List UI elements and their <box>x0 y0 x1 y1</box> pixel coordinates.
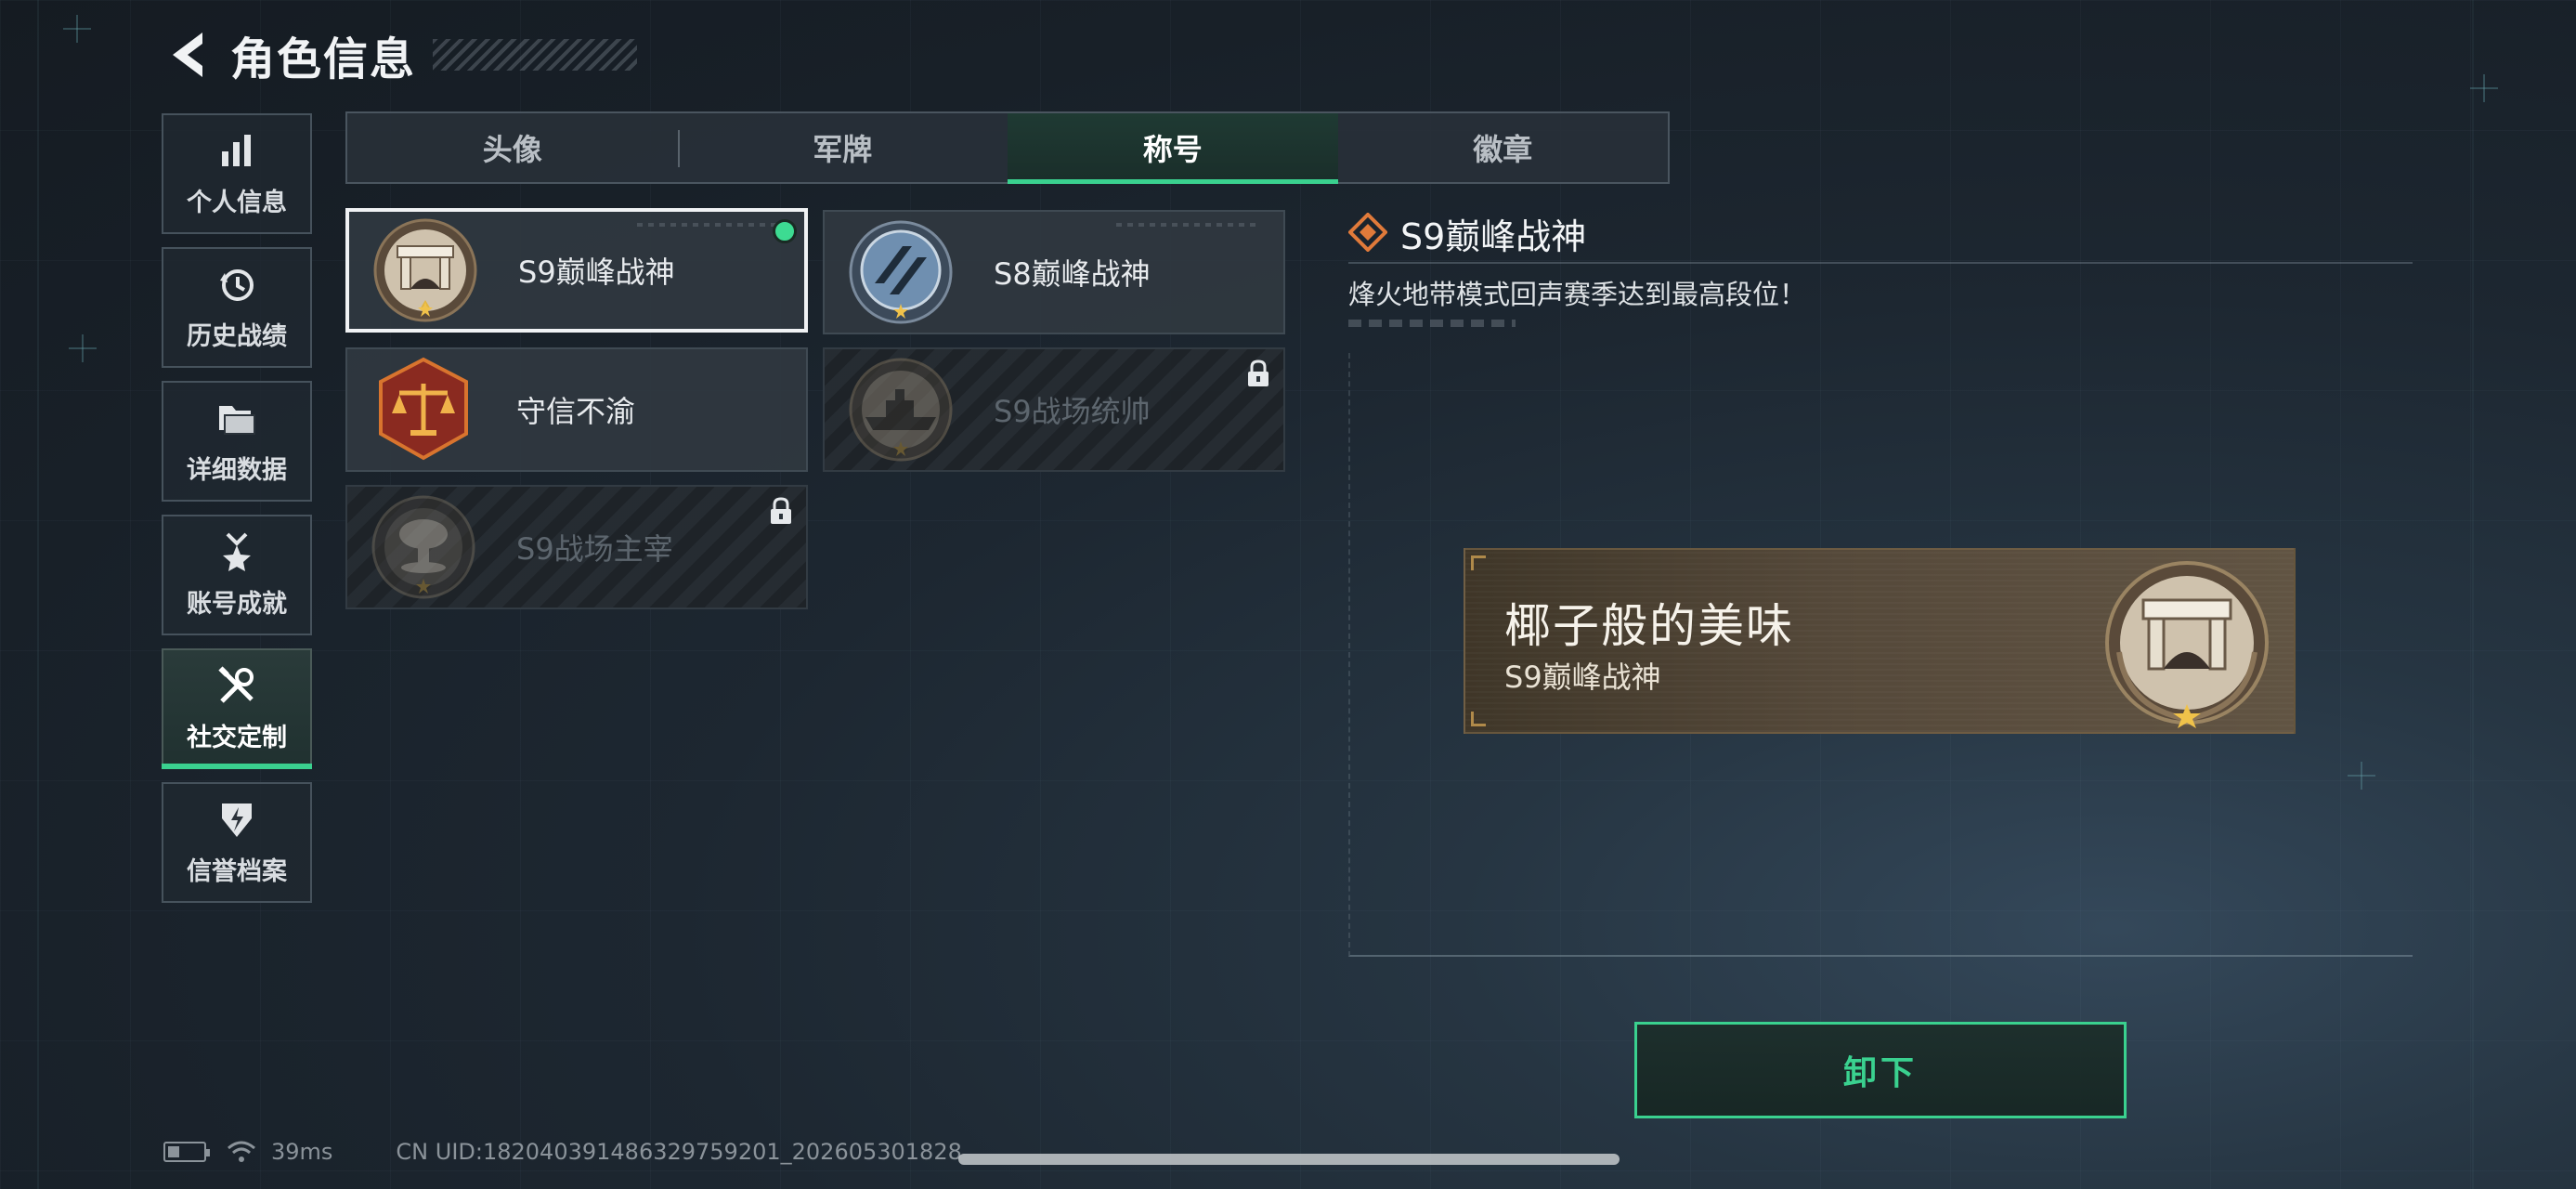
title-name: S8巅峰战神 <box>994 256 1151 292</box>
title-card-locked[interactable]: S9战场统帅 <box>823 347 1285 472</box>
uid-text: CN UID:1820403914863297592​01_2026053018… <box>396 1139 962 1165</box>
tab-bar: 头像 军牌 称号 徽章 <box>345 111 1670 184</box>
page-header: 角色信息 <box>165 22 638 87</box>
sidebar-item-history[interactable]: 历史战绩 <box>162 247 312 368</box>
card-stripe-decoration <box>1116 223 1255 227</box>
battery-icon <box>163 1142 210 1162</box>
crosshair-decoration <box>2470 74 2498 102</box>
title-name: S9战场主宰 <box>516 531 673 567</box>
sidebar-item-detail-data[interactable]: 详细数据 <box>162 381 312 502</box>
blue-emblem-badge-icon <box>845 216 956 328</box>
plate-corner-decoration <box>1471 555 1486 570</box>
fortress-badge-icon <box>2099 559 2275 732</box>
fortress-badge-icon <box>370 215 481 326</box>
sidebar-item-label: 账号成就 <box>187 589 287 619</box>
title-name: S9巅峰战神 <box>518 255 675 290</box>
player-nickname: 椰子般的美味 <box>1504 599 1794 653</box>
history-clock-icon <box>215 264 258 307</box>
sidebar-item-achievements[interactable]: 账号成就 <box>162 515 312 635</box>
mushroom-cloud-badge-icon <box>368 491 479 603</box>
frame-line-left <box>37 0 39 1189</box>
unequip-button[interactable]: 卸下 <box>1634 1022 2127 1118</box>
diamond-rank-icon <box>1347 211 1388 255</box>
shield-emblem-icon <box>215 799 258 842</box>
detail-title: S9巅峰战神 <box>1400 216 1587 257</box>
frame-line-right <box>2472 0 2474 1189</box>
sidebar-item-personal-info[interactable]: 个人信息 <box>162 113 312 234</box>
equipped-indicator <box>773 219 797 243</box>
sidebar-item-label: 历史战绩 <box>187 321 287 351</box>
wifi-icon <box>227 1140 256 1164</box>
card-stripe-decoration <box>637 223 776 227</box>
title-stripes-decoration <box>433 39 638 71</box>
crosshair-decoration <box>63 15 91 43</box>
tab-badge[interactable]: 徽章 <box>1338 113 1669 182</box>
nameplate-preview: 椰子般的美味 S9巅峰战神 <box>1464 548 2296 734</box>
folder-icon <box>215 398 258 440</box>
detail-description: 烽火地带模式回声赛季达到最高段位！ <box>1348 279 1807 310</box>
home-indicator[interactable] <box>958 1154 1620 1165</box>
lock-icon <box>769 496 793 526</box>
sidebar-item-label: 详细数据 <box>187 455 287 485</box>
bar-chart-icon <box>215 130 258 173</box>
scales-badge-icon <box>368 354 479 465</box>
plate-corner-decoration <box>1471 712 1486 726</box>
detail-divider <box>1348 262 2413 264</box>
tools-icon <box>215 665 258 708</box>
lock-icon <box>1246 359 1270 388</box>
crosshair-decoration <box>69 334 97 362</box>
title-card-locked[interactable]: S9战场主宰 <box>345 485 808 609</box>
warship-badge-icon <box>845 354 956 465</box>
detail-meta-decoration <box>1348 320 1516 327</box>
title-card[interactable]: 守信不渝 <box>345 347 808 472</box>
back-arrow-icon[interactable] <box>165 27 212 83</box>
title-name: 守信不渝 <box>516 394 636 429</box>
ping-value: 39ms <box>271 1139 333 1165</box>
plate-title: S9巅峰战神 <box>1504 660 1661 695</box>
detail-header: S9巅峰战神 <box>1347 208 1587 259</box>
sidebar-item-label: 个人信息 <box>187 188 287 217</box>
sidebar-item-social-customization[interactable]: 社交定制 <box>162 648 312 769</box>
tab-dog-tag[interactable]: 军牌 <box>677 113 1008 182</box>
title-card[interactable]: S8巅峰战神 <box>823 210 1285 334</box>
title-card[interactable]: S9巅峰战神 <box>345 208 808 333</box>
tab-title[interactable]: 称号 <box>1008 113 1338 184</box>
sidebar-item-reputation[interactable]: 信誉档案 <box>162 782 312 903</box>
sidebar: 个人信息 历史战绩 详细数据 账号成就 社交定制 信誉档案 <box>162 113 312 916</box>
title-name: S9战场统帅 <box>994 394 1151 429</box>
sidebar-item-label: 信誉档案 <box>187 856 287 886</box>
sidebar-item-label: 社交定制 <box>187 723 287 752</box>
page-title: 角色信息 <box>230 33 417 85</box>
tab-avatar[interactable]: 头像 <box>347 113 678 182</box>
medal-icon <box>215 531 258 574</box>
status-bar: 39ms CN UID:1820403914863297592​01_20260… <box>163 1139 962 1165</box>
